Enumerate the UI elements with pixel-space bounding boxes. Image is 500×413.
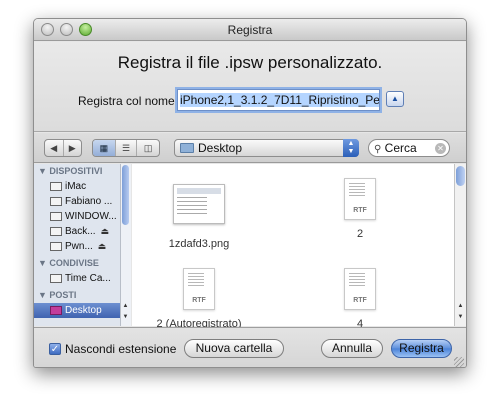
file-item-2[interactable]: RTF 2 [305, 178, 415, 240]
sidebar-item-windows[interactable]: WINDOW... [34, 209, 130, 224]
files-scroll-down-icon[interactable]: ▼ [454, 313, 466, 321]
file-item-png[interactable]: 1zdafd3.png [144, 184, 254, 250]
icon-view-icon[interactable]: ▦ [93, 140, 116, 156]
sidebar-scroll-up-icon[interactable]: ▲ [120, 302, 131, 310]
sidebar-item-label: Fabiano ... [65, 196, 113, 207]
rtf-document-icon: RTF [344, 268, 376, 310]
section-title: DISPOSITIVI [49, 166, 103, 176]
sidebar-item-backup[interactable]: Back... ⏏ [34, 224, 130, 239]
file-browser: 1zdafd3.png RTF 2 RTF 2 (Autoregistrato)… [132, 164, 454, 330]
save-header: Registra il file .ipsw personalizzato. R… [34, 42, 466, 132]
sidebar-section-devices[interactable]: ▼ DISPOSITIVI [34, 166, 130, 179]
file-kind: RTF [192, 297, 206, 304]
location-label: Desktop [198, 141, 243, 155]
file-item-2-autosaved[interactable]: RTF 2 (Autoregistrato) [144, 268, 254, 330]
save-button[interactable]: Registra [391, 339, 452, 358]
search-placeholder: Cerca [384, 141, 417, 155]
collapse-browser-button[interactable]: ▲ [386, 91, 404, 107]
title-bar: Registra [34, 19, 466, 41]
file-kind: RTF [353, 207, 367, 214]
section-title: POSTI [49, 290, 77, 300]
imac-icon [50, 182, 62, 191]
window-title: Registra [227, 23, 273, 37]
folder-icon [180, 143, 194, 153]
files-scroll-thumb[interactable] [456, 166, 465, 186]
dialog-heading: Registra il file .ipsw personalizzato. [117, 53, 383, 72]
filename-value: iPhone2,1_3.1.2_7D11_Ripristino_Pe [180, 93, 380, 107]
sidebar-item-label: Pwn... [65, 241, 93, 252]
sidebar-item-time-capsule[interactable]: Time Ca... [34, 271, 130, 286]
search-icon: ⚲ [374, 144, 382, 155]
sidebar-section-shared[interactable]: ▼ CONDIVISE [34, 258, 130, 271]
sidebar-item-label: Desktop [65, 305, 102, 316]
rtf-document-icon: RTF [344, 178, 376, 220]
disk-icon [50, 212, 62, 221]
cancel-button[interactable]: Annulla [321, 339, 383, 358]
back-forward-buttons: ◀ ▶ [44, 139, 82, 157]
volume-icon [50, 227, 62, 236]
sidebar-section-places[interactable]: ▼ POSTI [34, 290, 130, 303]
volume-icon [50, 242, 62, 251]
sidebar-item-label: Back... [65, 226, 96, 237]
save-dialog: Registra Registra il file .ipsw personal… [33, 18, 467, 368]
section-title: CONDIVISE [49, 258, 99, 268]
browser-toolbar: ◀ ▶ ▦ ☰ ◫ Desktop ▲ ▼ ⚲ Cerca ✕ [34, 133, 466, 163]
rtf-document-icon: RTF [183, 268, 215, 310]
filename-field[interactable]: iPhone2,1_3.1.2_7D11_Ripristino_Pe [177, 89, 380, 111]
column-view-icon[interactable]: ◫ [137, 140, 159, 156]
sidebar-item-desktop[interactable]: Desktop [34, 303, 130, 318]
new-folder-button[interactable]: Nuova cartella [184, 339, 284, 358]
eject-icon[interactable]: ⏏ [98, 241, 107, 252]
clear-search-icon[interactable]: ✕ [435, 143, 446, 154]
resize-grip-icon[interactable] [454, 357, 464, 367]
sidebar-item-label: Time Ca... [65, 273, 111, 284]
sidebar: ▼ DISPOSITIVI iMac Fabiano ... WINDOW...… [34, 164, 131, 326]
sidebar-item-label: WINDOW... [65, 211, 117, 222]
network-drive-icon [50, 274, 62, 283]
hide-extension-label: Nascondi estensione [65, 342, 177, 356]
eject-icon[interactable]: ⏏ [101, 226, 110, 237]
sidebar-item-imac[interactable]: iMac [34, 179, 130, 194]
back-arrow-icon[interactable]: ◀ [45, 140, 64, 156]
search-field[interactable]: ⚲ Cerca ✕ [368, 139, 450, 157]
sidebar-scroll-down-icon[interactable]: ▼ [120, 313, 131, 321]
sidebar-scroll-thumb[interactable] [122, 165, 129, 225]
file-name: 1zdafd3.png [168, 238, 230, 250]
hide-extension-checkbox[interactable]: ✓ [49, 343, 61, 355]
updown-arrows-icon: ▲ ▼ [343, 139, 359, 157]
file-kind: RTF [353, 297, 367, 304]
files-scroll-up-icon[interactable]: ▲ [454, 302, 466, 310]
list-view-icon[interactable]: ☰ [116, 140, 138, 156]
view-mode-buttons: ▦ ☰ ◫ [92, 139, 160, 157]
image-thumbnail-icon [173, 184, 225, 224]
file-item-4[interactable]: RTF 4 [305, 268, 415, 330]
sidebar-item-label: iMac [65, 181, 87, 192]
dialog-footer: ✓ Nascondi estensione Nuova cartella Ann… [34, 327, 466, 367]
file-name: 2 [356, 228, 364, 240]
forward-arrow-icon[interactable]: ▶ [64, 140, 82, 156]
disk-icon [50, 197, 62, 206]
save-as-label: Registra col nome: [78, 94, 179, 108]
sidebar-item-fabiano[interactable]: Fabiano ... [34, 194, 130, 209]
location-popup[interactable]: Desktop ▲ ▼ [174, 139, 359, 157]
sidebar-item-pwn[interactable]: Pwn... ⏏ [34, 239, 130, 254]
desktop-icon [50, 306, 62, 315]
